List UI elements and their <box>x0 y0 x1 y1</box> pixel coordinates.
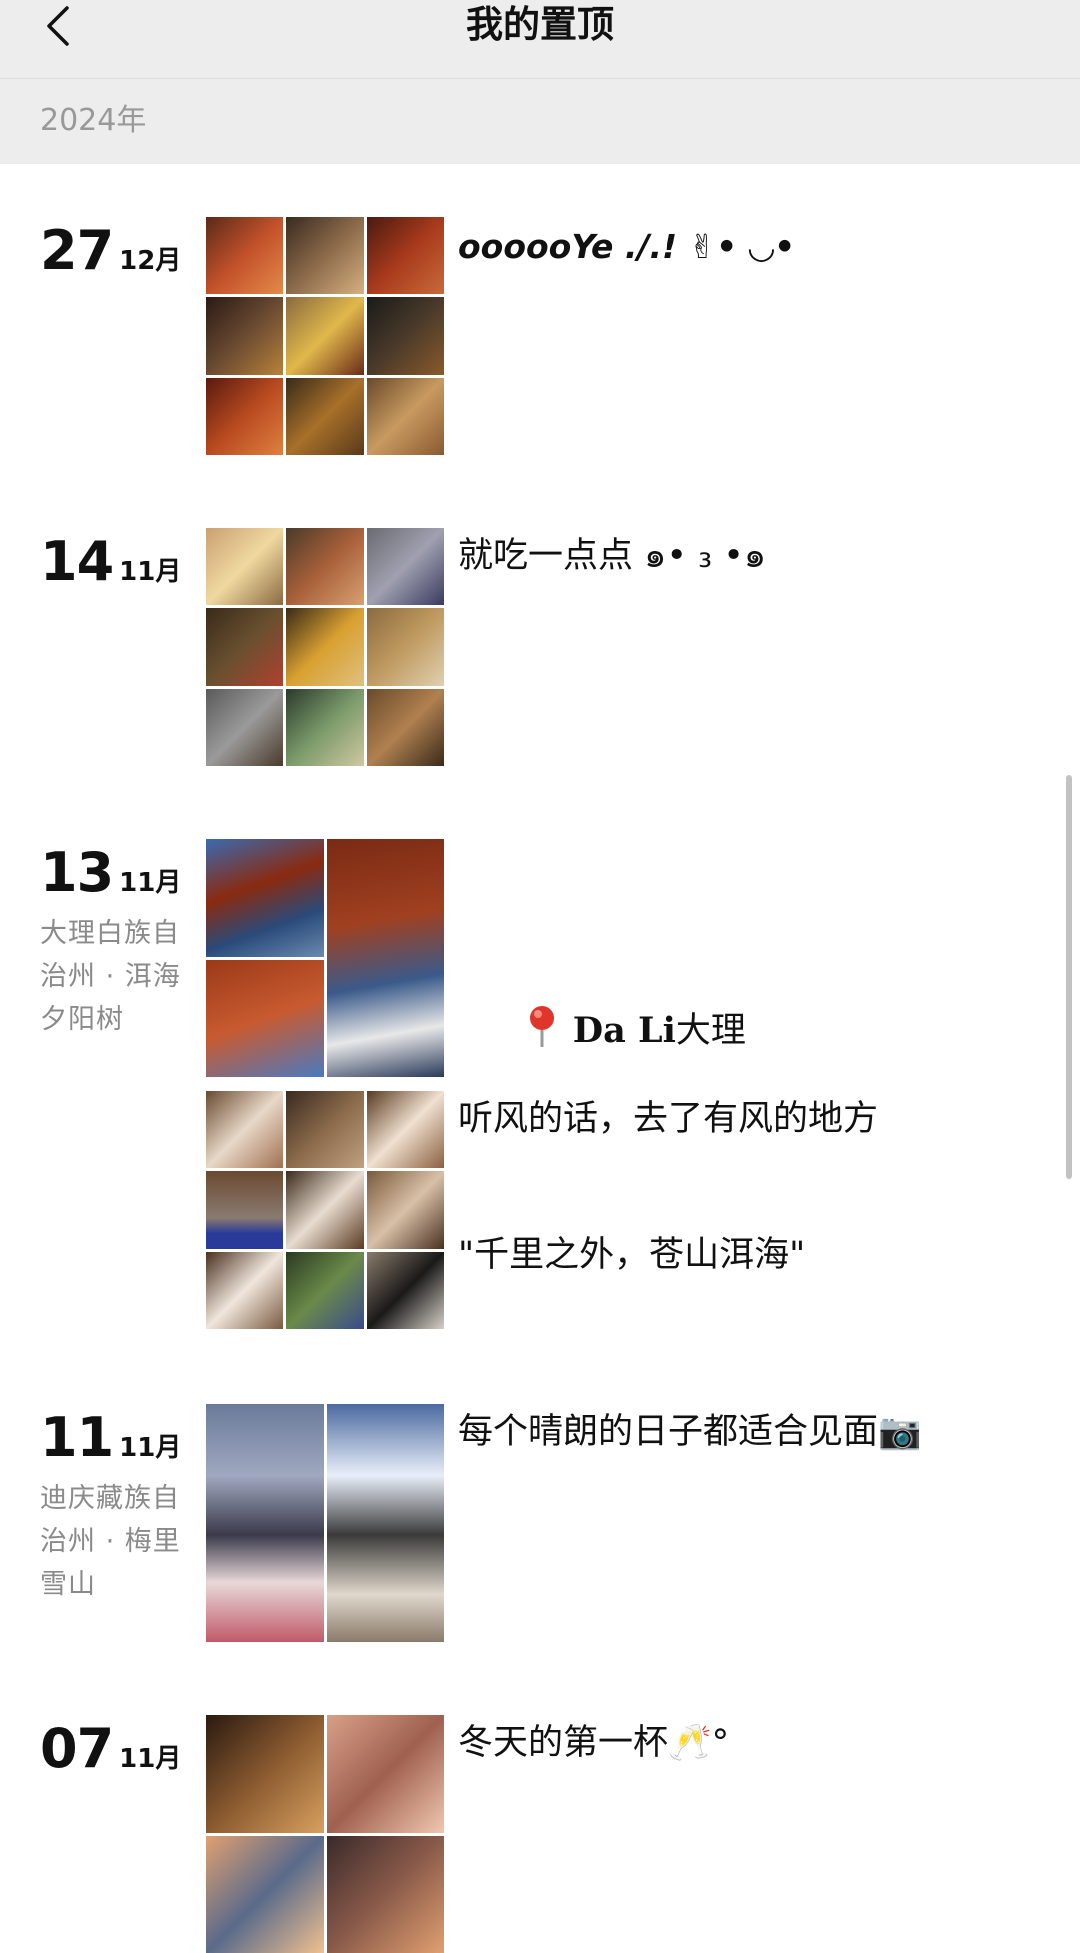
post-date: 2712月 <box>40 219 190 282</box>
photo-thumbnail[interactable] <box>206 297 283 374</box>
post-location[interactable]: 迪庆藏族自治州 · 梅里雪山 <box>40 1477 192 1606</box>
photo-grid[interactable] <box>206 528 444 766</box>
photo-thumbnail[interactable] <box>286 608 363 685</box>
photo-thumbnail[interactable] <box>206 1715 324 1833</box>
post-date: 1111月 迪庆藏族自治州 · 梅里雪山 <box>40 1406 190 1606</box>
photo-grid[interactable] <box>206 217 444 455</box>
year-section-header: 2024年 <box>0 79 1080 164</box>
nav-bar: 我的置顶 <box>0 0 1080 79</box>
photo-thumbnail[interactable] <box>327 1836 445 1953</box>
post-text: 每个晴朗的日子都适合见面📷 <box>458 1404 1020 1460</box>
photo-thumbnail[interactable] <box>206 1836 324 1953</box>
post-text: 就吃一点点 ๑• ₃ •๑ <box>458 528 1020 584</box>
photo-thumbnail[interactable] <box>286 378 363 455</box>
post-text: oooooYe ./.! ✌︎• ◡• <box>458 219 1020 275</box>
post-date: 0711月 <box>40 1717 190 1780</box>
post-day: 14 <box>40 530 113 593</box>
photo-thumbnail[interactable] <box>367 1252 444 1329</box>
photo-thumbnail[interactable] <box>206 528 283 605</box>
post-text: 冬天的第一杯🥂° <box>458 1715 1020 1771</box>
photo-thumbnail[interactable] <box>206 960 324 1078</box>
photo-thumbnail[interactable] <box>286 297 363 374</box>
photo-thumbnail[interactable] <box>286 1171 363 1248</box>
photo-thumbnail[interactable] <box>367 1171 444 1248</box>
post-day: 11 <box>40 1406 113 1469</box>
photo-thumbnail[interactable] <box>206 608 283 685</box>
photo-thumbnail[interactable] <box>206 1171 283 1248</box>
photo-thumbnail[interactable] <box>206 1252 283 1329</box>
photo-thumbnail[interactable] <box>327 839 445 1077</box>
place-name-latin: Da Li <box>573 1010 676 1051</box>
photo-thumbnail[interactable] <box>367 378 444 455</box>
photo-thumbnail[interactable] <box>367 297 444 374</box>
post-month: 11月 <box>119 557 181 587</box>
photo-thumbnail[interactable] <box>367 689 444 766</box>
photo-thumbnail[interactable] <box>206 378 283 455</box>
post-text: 听风的话，去了有风的地方 <box>458 1091 1020 1147</box>
photo-thumbnail[interactable] <box>206 1091 283 1168</box>
post-date: 1411月 <box>40 530 190 593</box>
year-label: 2024年 <box>40 79 146 163</box>
photo-thumbnail[interactable] <box>286 1252 363 1329</box>
post-month: 11月 <box>119 1744 181 1774</box>
photo-thumbnail[interactable] <box>367 217 444 294</box>
photo-thumbnail[interactable] <box>367 1091 444 1168</box>
post-date: 1311月 大理白族自治州 · 洱海夕阳树 <box>40 841 190 1041</box>
photo-thumbnail[interactable] <box>286 528 363 605</box>
photo-thumbnail[interactable] <box>327 1715 445 1833</box>
photo-grid[interactable] <box>206 839 444 1077</box>
post-text-line-quote: "千里之外，苍山洱海" <box>458 1227 1020 1283</box>
post-location[interactable]: 大理白族自治州 · 洱海夕阳树 <box>40 912 192 1041</box>
photo-thumbnail[interactable] <box>367 528 444 605</box>
photo-thumbnail[interactable] <box>206 217 283 294</box>
post-month: 11月 <box>119 868 181 898</box>
photo-thumbnail[interactable] <box>206 1404 324 1642</box>
photo-thumbnail[interactable] <box>327 1404 445 1642</box>
post-month: 11月 <box>119 1433 181 1463</box>
location-pin-icon <box>525 1004 559 1048</box>
photo-thumbnail[interactable] <box>206 689 283 766</box>
post-day: 13 <box>40 841 113 904</box>
post-day: 07 <box>40 1717 113 1780</box>
photo-grid[interactable] <box>206 1091 444 1329</box>
photo-thumbnail[interactable] <box>286 689 363 766</box>
post-text-line-place: Da Li大理 <box>458 947 1020 1115</box>
photo-thumbnail[interactable] <box>286 1091 363 1168</box>
page-title: 我的置顶 <box>0 0 1080 50</box>
photo-thumbnail[interactable] <box>286 217 363 294</box>
scrollbar[interactable] <box>1066 775 1072 1179</box>
photo-thumbnail[interactable] <box>206 839 324 957</box>
place-name-city: 大理 <box>676 1011 746 1051</box>
post-day: 27 <box>40 219 113 282</box>
photo-thumbnail[interactable] <box>367 608 444 685</box>
post-month: 12月 <box>119 246 181 276</box>
photo-grid[interactable] <box>206 1715 444 1953</box>
photo-grid[interactable] <box>206 1404 444 1642</box>
